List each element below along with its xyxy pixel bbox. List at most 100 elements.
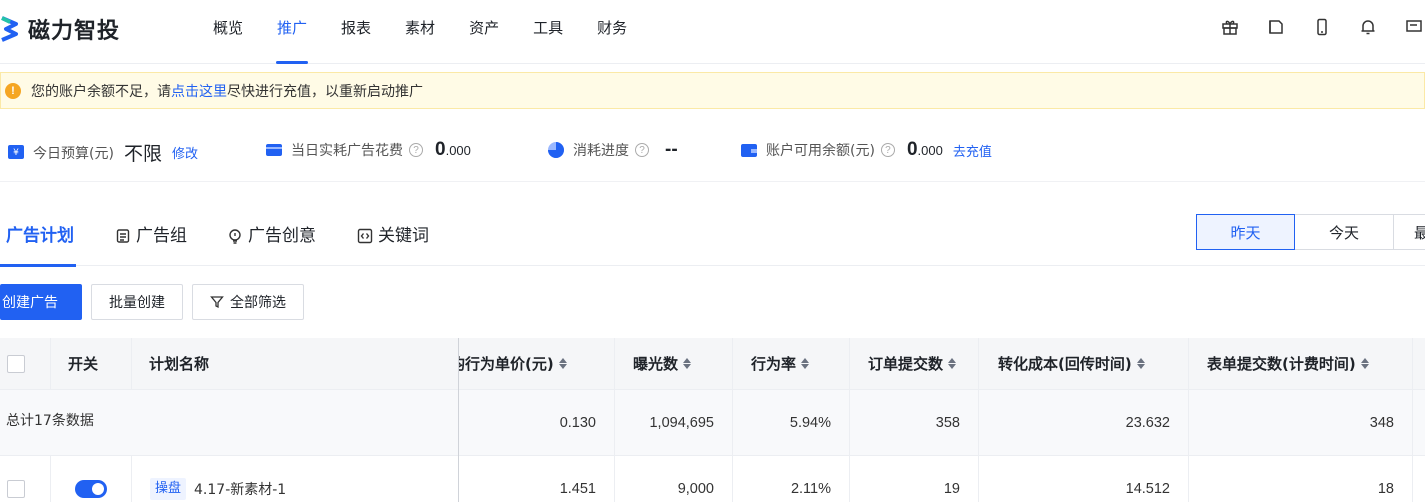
sort-icon[interactable] bbox=[558, 358, 567, 369]
nav-item-reports[interactable]: 报表 bbox=[324, 0, 388, 64]
header-unit-price[interactable]: 均行为单价(元) bbox=[458, 338, 615, 389]
tab-label: 广告组 bbox=[136, 226, 187, 246]
date-range-tabs: 昨天 今天 最 bbox=[1196, 214, 1425, 250]
tab-label: 广告创意 bbox=[248, 226, 316, 246]
header-forms[interactable]: 表单提交数(计费时间) bbox=[1189, 338, 1413, 389]
sort-icon[interactable] bbox=[1136, 358, 1145, 369]
tab-ad-group[interactable]: 广告组 bbox=[115, 206, 187, 266]
tab-ad-plan[interactable]: 广告计划 bbox=[0, 206, 76, 267]
svg-text:¥: ¥ bbox=[13, 148, 19, 158]
total-unit-price: 0.130 bbox=[458, 390, 615, 455]
book-icon[interactable] bbox=[1265, 16, 1287, 38]
stat-budget: ¥ 今日预算(元) 不限 修改 bbox=[7, 139, 198, 166]
select-all-cell bbox=[0, 338, 51, 389]
fixed-column-divider bbox=[458, 338, 459, 502]
help-icon[interactable]: ? bbox=[635, 143, 649, 157]
row-switch-cell bbox=[51, 456, 132, 502]
nav-item-assets-material[interactable]: 素材 bbox=[388, 0, 452, 64]
table-total-row: 总计17条数据 0.130 1,094,695 5.94% 358 23.632… bbox=[0, 390, 1425, 456]
spend-label: 当日实耗广告花费 bbox=[291, 143, 403, 159]
tab-keywords[interactable]: 关键词 bbox=[357, 206, 429, 266]
spend-value: 0.000 bbox=[435, 139, 471, 160]
header-label: 订单提交数 bbox=[868, 355, 944, 373]
header-label: 转化成本(回传时间) bbox=[998, 355, 1132, 373]
header-plan-name: 计划名称 bbox=[149, 355, 210, 373]
row-select-cell bbox=[0, 456, 51, 502]
sort-icon[interactable] bbox=[801, 358, 810, 369]
budget-icon: ¥ bbox=[8, 144, 24, 159]
wallet-icon bbox=[741, 144, 757, 157]
header-label: 表单提交数(计费时间) bbox=[1207, 355, 1356, 373]
row-unit-price: 1.451 bbox=[458, 456, 615, 502]
total-orders: 358 bbox=[850, 390, 979, 455]
balance-value: 0.000 bbox=[906, 139, 943, 160]
alert-text-before: 您的账户余额不足，请 bbox=[31, 83, 171, 100]
balance-alert: ! 您的账户余额不足，请 点击这里 尽快进行充值，以重新启动推广 bbox=[0, 72, 1425, 109]
edit-budget-link[interactable]: 修改 bbox=[172, 143, 198, 162]
help-icon[interactable]: ? bbox=[409, 143, 423, 157]
progress-value: -- bbox=[665, 139, 678, 160]
budget-label: 今日预算(元) bbox=[33, 145, 114, 162]
bulb-icon bbox=[229, 229, 241, 244]
recharge-link[interactable]: 点击这里 bbox=[171, 81, 227, 101]
plan-name-link[interactable]: 4.17-新素材-1 bbox=[194, 479, 286, 499]
filter-label: 全部筛选 bbox=[230, 295, 286, 311]
main-nav: 概览 推广 报表 素材 资产 工具 财务 bbox=[196, 0, 644, 64]
wallet-card-icon bbox=[266, 144, 282, 156]
stat-balance: 账户可用余额(元) ? 0.000 去充值 bbox=[740, 139, 992, 161]
header-impressions[interactable]: 曝光数 bbox=[615, 338, 733, 389]
tab-label: 关键词 bbox=[378, 226, 429, 246]
date-tab-recent[interactable]: 最 bbox=[1394, 214, 1425, 250]
stat-progress: 消耗进度 ? -- bbox=[547, 139, 678, 161]
all-filter-button[interactable]: 全部筛选 bbox=[192, 284, 304, 320]
row-plan-name-cell: 操盘 4.17-新素材-1 bbox=[132, 456, 458, 502]
warning-icon: ! bbox=[5, 82, 21, 99]
nav-item-finance[interactable]: 财务 bbox=[580, 0, 644, 64]
header-conversion-cost[interactable]: 转化成本(回传时间) bbox=[979, 338, 1189, 389]
logo-mark-icon bbox=[0, 14, 20, 44]
mobile-icon[interactable] bbox=[1311, 16, 1333, 38]
help-icon[interactable]: ? bbox=[880, 143, 895, 157]
nav-item-assets[interactable]: 资产 bbox=[452, 0, 516, 64]
message-icon[interactable] bbox=[1403, 16, 1425, 38]
budget-value: 不限 bbox=[123, 143, 162, 165]
total-label: 总计17条数据 bbox=[6, 413, 94, 429]
account-stats-bar: ¥ 今日预算(元) 不限 修改 当日实耗广告花费 ? 0.000 消耗进度 ? … bbox=[0, 126, 1425, 182]
tab-ad-creative[interactable]: 广告创意 bbox=[227, 206, 316, 266]
row-forms: 18 bbox=[1189, 456, 1413, 502]
keyword-icon bbox=[357, 228, 373, 244]
header-label: 均行为单价(元) bbox=[458, 355, 554, 373]
header-action-rate[interactable]: 行为率 bbox=[733, 338, 850, 389]
table-header-row: 开关 计划名称 均行为单价(元) 曝光数 行为率 订单提交数 转化成本(回传时间… bbox=[0, 338, 1425, 390]
header-switch: 开关 bbox=[51, 338, 132, 389]
create-ad-button[interactable]: 创建广告 bbox=[0, 284, 82, 320]
date-tab-today[interactable]: 今天 bbox=[1295, 214, 1394, 250]
sort-icon[interactable] bbox=[948, 358, 957, 369]
recharge-button[interactable]: 去充值 bbox=[953, 141, 992, 160]
logo[interactable]: 磁力智投 bbox=[0, 12, 120, 46]
tab-label: 广告计划 bbox=[6, 226, 74, 246]
header-orders[interactable]: 订单提交数 bbox=[850, 338, 979, 389]
table-row[interactable]: 操盘 4.17-新素材-1 1.451 9,000 2.11% 19 14.51… bbox=[0, 456, 1425, 502]
total-conversion-cost: 23.632 bbox=[979, 390, 1189, 455]
bell-icon[interactable] bbox=[1357, 16, 1379, 38]
nav-item-overview[interactable]: 概览 bbox=[196, 0, 260, 64]
nav-item-tools[interactable]: 工具 bbox=[516, 0, 580, 64]
nav-icon-group bbox=[1219, 16, 1425, 38]
row-conversion-cost: 14.512 bbox=[979, 456, 1189, 502]
sort-icon[interactable] bbox=[1360, 358, 1369, 369]
plan-toggle-switch[interactable] bbox=[75, 480, 107, 498]
operator-tag: 操盘 bbox=[150, 478, 187, 500]
group-icon bbox=[116, 229, 130, 243]
gift-icon[interactable] bbox=[1219, 16, 1241, 38]
top-navbar: 磁力智投 概览 推广 报表 素材 资产 工具 财务 bbox=[0, 0, 1425, 64]
sort-icon[interactable] bbox=[683, 358, 692, 369]
row-orders: 19 bbox=[850, 456, 979, 502]
select-all-checkbox[interactable] bbox=[7, 354, 25, 373]
alert-text-after: 尽快进行充值，以重新启动推广 bbox=[227, 83, 423, 100]
logo-text: 磁力智投 bbox=[28, 19, 121, 44]
batch-create-button[interactable]: 批量创建 bbox=[91, 284, 183, 320]
nav-item-promotion[interactable]: 推广 bbox=[260, 0, 324, 64]
date-tab-yesterday[interactable]: 昨天 bbox=[1196, 214, 1295, 250]
row-checkbox[interactable] bbox=[7, 480, 25, 498]
